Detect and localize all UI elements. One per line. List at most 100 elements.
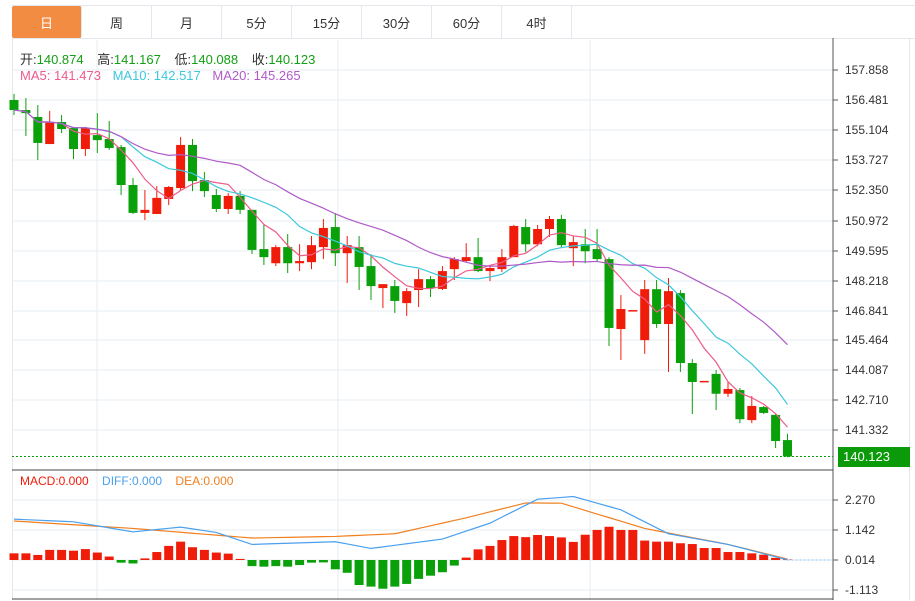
- macd-legend: MACD:0.000 DIFF:0.000 DEA:0.000: [20, 474, 243, 488]
- macd-tick: 2.270: [845, 493, 876, 507]
- candle-up: [461, 257, 471, 262]
- dea-value: DEA:0.000: [175, 474, 234, 488]
- macd-bar-positive: [164, 545, 174, 560]
- macd-bar-positive: [80, 549, 90, 560]
- macd-bar-positive: [9, 553, 19, 560]
- macd-bar-positive: [152, 552, 162, 560]
- price-tick: 155.104: [845, 123, 889, 137]
- macd-tick: -1.113: [845, 583, 879, 597]
- macd-tick: 0.014: [845, 553, 876, 567]
- open-label: 开:: [20, 52, 37, 67]
- candle-down: [104, 139, 114, 148]
- macd-bar-negative: [283, 560, 293, 567]
- macd-bar-positive: [140, 558, 150, 560]
- price-tick: 144.087: [845, 363, 889, 377]
- candle-down: [592, 249, 602, 260]
- macd-bar-positive: [461, 557, 471, 560]
- macd-bar-positive: [497, 540, 507, 560]
- macd-bar-positive: [509, 536, 519, 560]
- candle-up: [747, 405, 757, 421]
- macd-bar-negative: [318, 560, 328, 563]
- high-label: 高:: [97, 52, 114, 67]
- candle-down: [604, 259, 614, 328]
- macd-value: MACD:0.000: [20, 474, 89, 488]
- macd-bar-positive: [188, 547, 197, 560]
- ma10-line: [13, 109, 788, 405]
- diff-value: DIFF:0.000: [102, 474, 163, 488]
- macd-bar-negative: [295, 560, 305, 566]
- candle-up: [449, 259, 459, 270]
- macd-bar-negative: [247, 560, 257, 567]
- macd-bar-negative: [271, 560, 281, 567]
- macd-bar-negative: [128, 560, 138, 564]
- current-price-tag: 140.123: [838, 447, 910, 467]
- price-tick: 142.710: [845, 393, 889, 407]
- macd-bar-negative: [414, 560, 424, 579]
- candle-down: [390, 286, 400, 301]
- ma5-value: MA5: 141.473: [20, 68, 101, 83]
- candle-down: [783, 440, 792, 457]
- candle-up: [509, 225, 519, 258]
- candle-down: [247, 209, 257, 250]
- price-tick: 150.972: [845, 214, 889, 228]
- candle-down: [128, 185, 138, 213]
- candle-up: [628, 310, 638, 312]
- ohlc-legend: 开:140.874 高:141.167 低:140.088 收:140.123: [20, 49, 325, 68]
- high-value: 141.167: [113, 52, 161, 67]
- candle-up: [176, 144, 186, 189]
- candle-down: [283, 247, 293, 264]
- macd-bar-positive: [69, 550, 78, 560]
- macd-bar-positive: [568, 541, 578, 560]
- candle-up: [80, 127, 90, 150]
- macd-bar-negative: [330, 560, 340, 570]
- candle-up: [699, 380, 709, 383]
- candle-down: [771, 414, 781, 442]
- candle-up: [616, 308, 626, 330]
- candle-up: [223, 195, 233, 209]
- macd-bar-positive: [699, 548, 709, 560]
- close-value: 140.123: [268, 52, 316, 67]
- macd-bar-negative: [307, 560, 316, 563]
- open-value: 140.874: [36, 52, 84, 67]
- macd-bar-positive: [675, 543, 685, 560]
- price-tick: 149.595: [845, 244, 889, 258]
- macd-bar-positive: [592, 529, 602, 560]
- macd-bar-positive: [211, 552, 221, 560]
- macd-tick: 1.142: [845, 523, 876, 537]
- macd-bar-negative: [342, 560, 352, 573]
- macd-bar-positive: [21, 553, 31, 560]
- macd-bar-positive: [235, 558, 245, 560]
- macd-bar-positive: [687, 544, 697, 560]
- macd-bar-positive: [711, 548, 721, 560]
- candle-down: [366, 266, 376, 287]
- macd-bar-positive: [556, 537, 566, 560]
- low-value: 140.088: [191, 52, 239, 67]
- macd-bar-positive: [664, 541, 673, 560]
- ma20-value: MA20: 145.265: [212, 68, 301, 83]
- candle-up: [723, 388, 733, 394]
- price-tick: 148.218: [845, 274, 889, 288]
- macd-bar-positive: [473, 549, 483, 560]
- candle-down: [211, 195, 221, 209]
- macd-bar-positive: [521, 537, 531, 560]
- candle-down: [92, 135, 102, 141]
- macd-bar-positive: [604, 526, 614, 560]
- candle-down: [259, 249, 269, 258]
- price-tick: 157.858: [845, 63, 889, 77]
- price-tick: 145.464: [845, 333, 889, 347]
- candle-up: [271, 247, 281, 264]
- candle-down: [711, 373, 721, 394]
- candle-up: [45, 122, 55, 145]
- macd-bar-positive: [759, 554, 769, 560]
- kline-chart[interactable]: [0, 0, 915, 601]
- macd-bar-positive: [104, 556, 114, 560]
- candle-up: [152, 197, 162, 214]
- candle-down: [652, 289, 662, 325]
- low-label: 低:: [174, 52, 192, 67]
- macd-bar-negative: [259, 560, 269, 567]
- candle-up: [402, 291, 412, 304]
- ma10-value: MA10: 142.517: [112, 68, 201, 83]
- candle-down: [759, 407, 769, 413]
- macd-bar-positive: [533, 534, 543, 560]
- candle-down: [687, 363, 697, 382]
